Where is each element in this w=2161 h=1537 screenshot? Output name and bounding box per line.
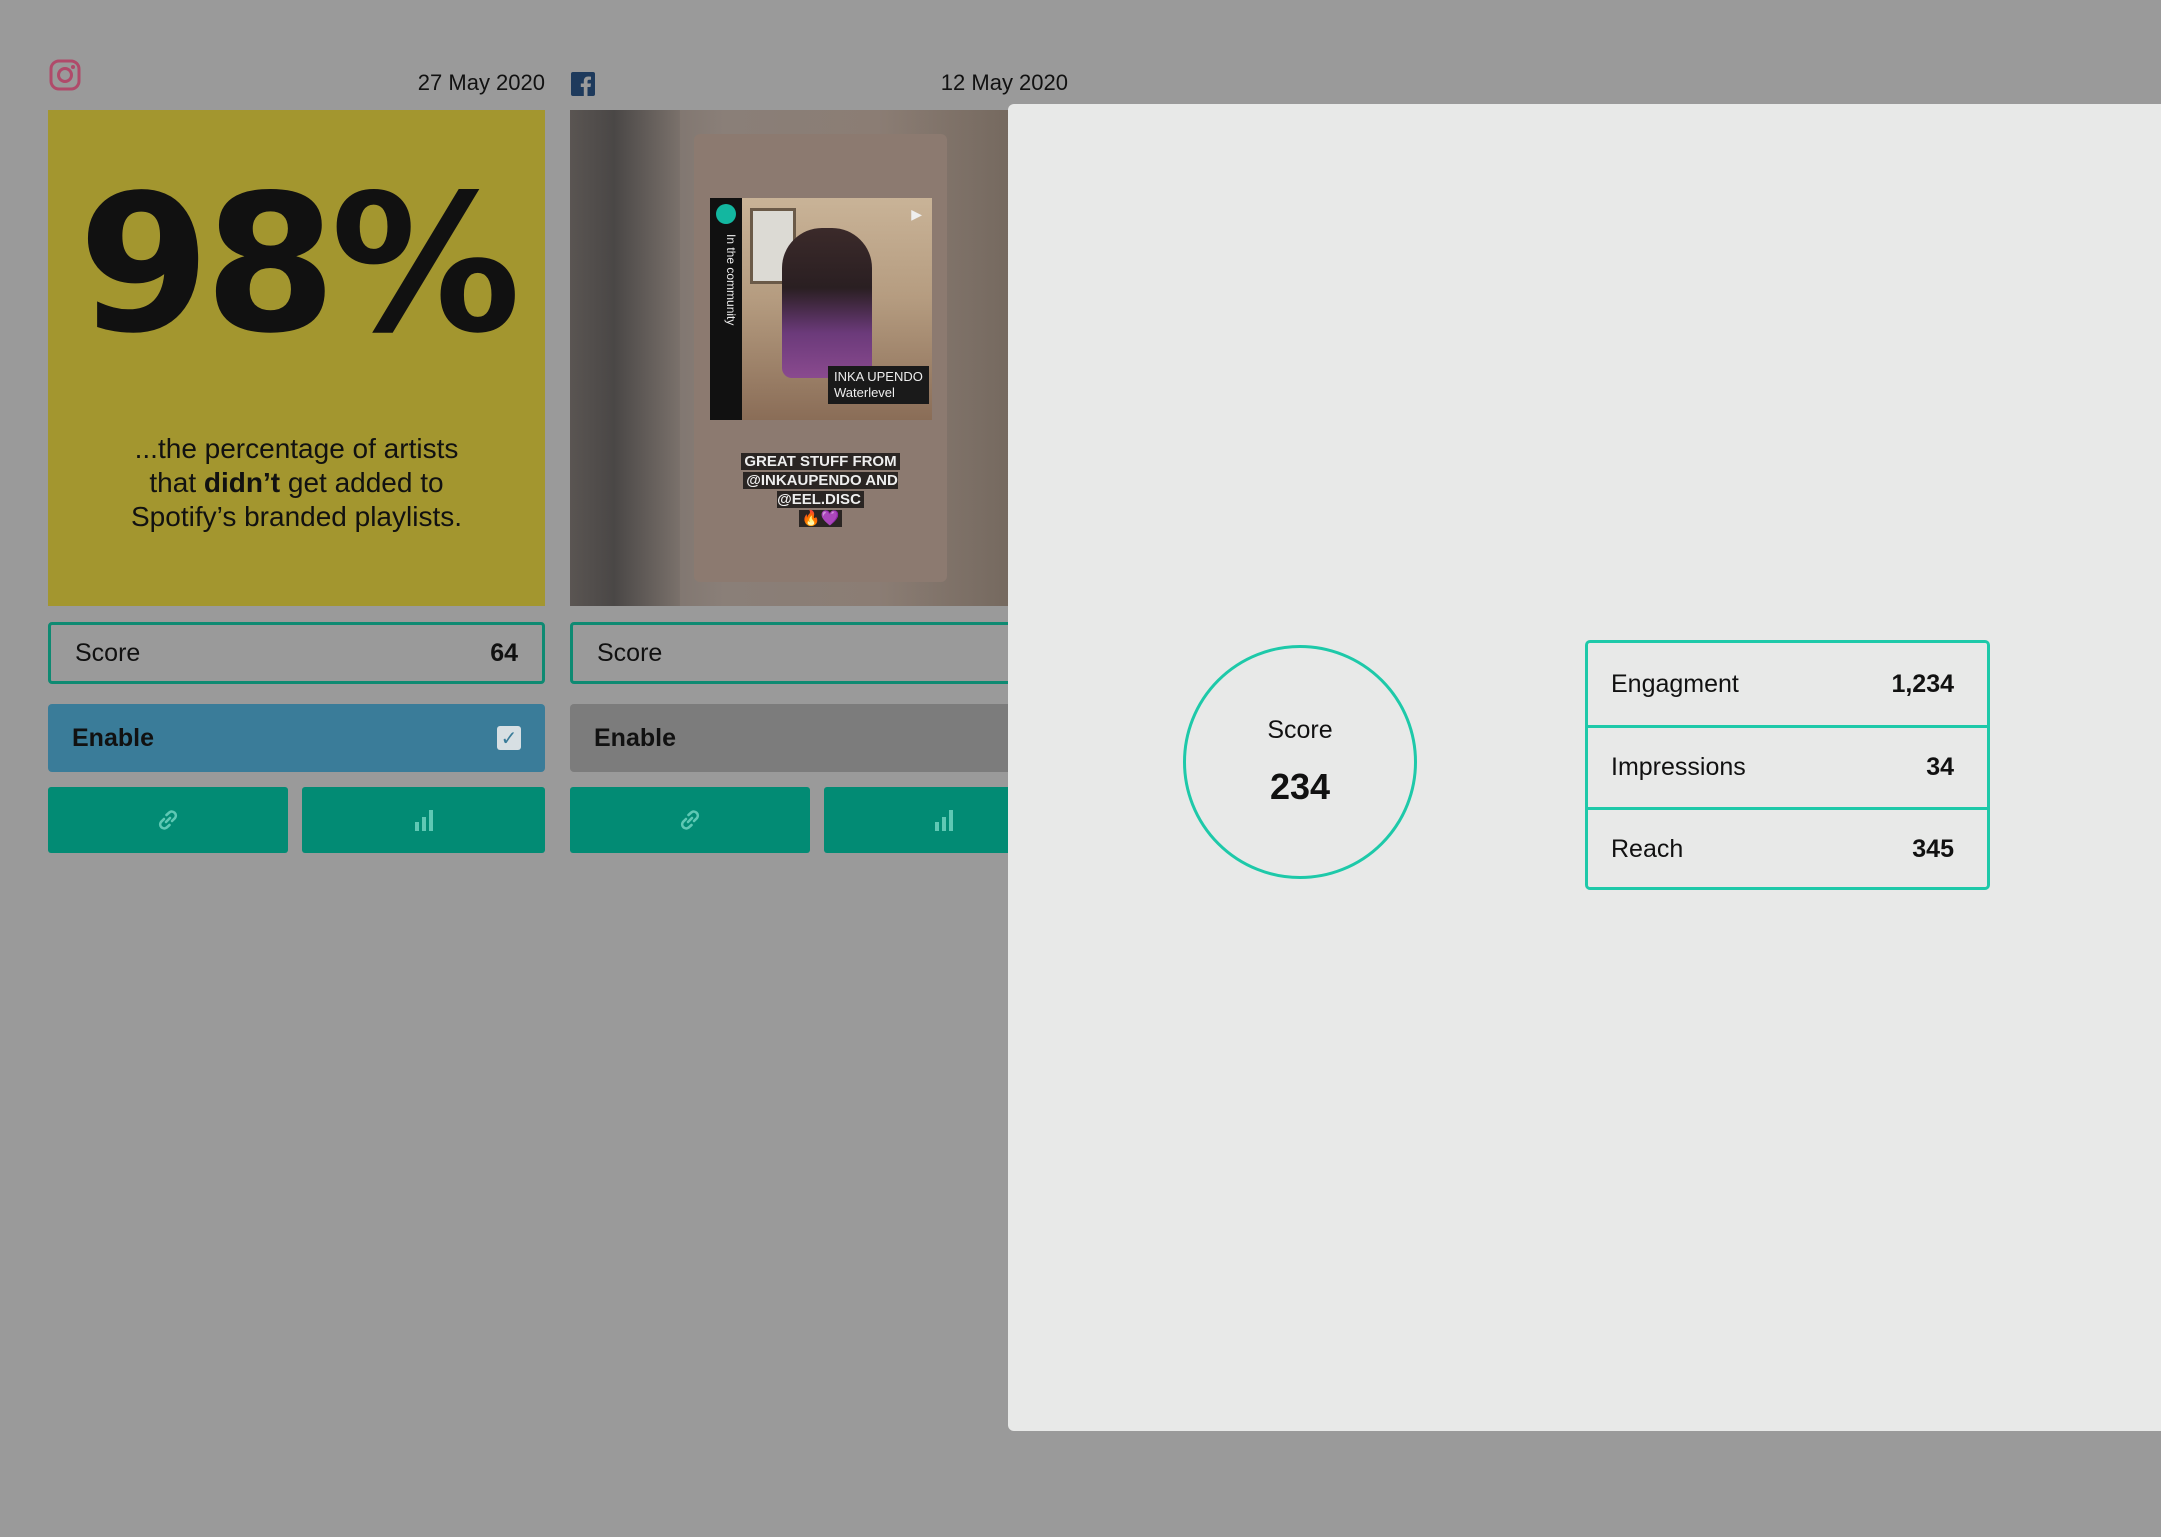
score-circle-label: Score: [1267, 716, 1333, 744]
score-circle-value: 234: [1269, 766, 1331, 807]
checkbox-checked-icon[interactable]: ✓: [497, 726, 521, 750]
story-caption: GREAT STUFF FROM @INKAUPENDO AND @EEL.DI…: [704, 452, 937, 528]
track-label: INKA UPENDO Waterlevel: [828, 366, 929, 404]
metric-value: 345: [1912, 835, 1954, 863]
link-icon: [158, 810, 178, 830]
post-date: 12 May 2020: [940, 70, 1068, 95]
metric-row-reach: Reach 345: [1588, 807, 1987, 889]
instagram-icon: [49, 59, 81, 91]
score-label: Score: [75, 638, 141, 667]
story-photo: In the community ▶ INKA UPENDO Waterleve…: [710, 198, 932, 420]
bar-chart-icon: [414, 810, 433, 831]
post-image-story[interactable]: In the community ▶ INKA UPENDO Waterleve…: [570, 110, 1010, 606]
stat-percentage: 98%: [78, 154, 521, 375]
story-frame: In the community ▶ INKA UPENDO Waterleve…: [694, 134, 947, 582]
score-label: Score: [597, 638, 663, 667]
artist-figure: [782, 228, 872, 378]
post-date: 27 May 2020: [417, 70, 545, 95]
metric-row-engagement: Engagment 1,234: [1588, 643, 1987, 725]
metric-label: Reach: [1611, 835, 1684, 863]
story-side-text: In the community: [724, 234, 738, 326]
bar-chart-icon: [935, 810, 953, 831]
enable-toggle[interactable]: Enable: [570, 704, 1050, 772]
metric-value: 34: [1926, 753, 1954, 781]
score-row: Score 23: [570, 622, 1053, 684]
link-icon: [680, 810, 700, 830]
metrics-table: Engagment 1,234 Impressions 34 Reach 345: [1585, 640, 1990, 890]
enable-toggle[interactable]: Enable ✓: [48, 704, 545, 772]
metric-label: Engagment: [1611, 669, 1739, 698]
post-image-stat[interactable]: 98% ...the percentage of artists that di…: [48, 110, 545, 606]
metric-value: 1,234: [1891, 669, 1954, 698]
enable-label: Enable: [72, 723, 154, 752]
metric-row-impressions: Impressions 34: [1588, 725, 1987, 807]
copy-link-button[interactable]: [570, 787, 810, 853]
metric-label: Impressions: [1611, 753, 1746, 781]
facebook-icon: [571, 72, 595, 96]
stats-panel: Score 234 Engagment 1,234 Impressions 34…: [1008, 104, 2161, 1431]
stat-description: ...the percentage of artists that didn’t…: [131, 433, 462, 532]
score-value: 64: [490, 638, 518, 667]
play-icon: ▶: [911, 206, 922, 222]
copy-link-button[interactable]: [48, 787, 288, 853]
score-circle: Score 234: [1183, 645, 1417, 879]
score-row: Score 64: [48, 622, 545, 684]
enable-label: Enable: [594, 723, 676, 752]
stats-button[interactable]: [302, 787, 545, 853]
avatar: [716, 204, 736, 224]
